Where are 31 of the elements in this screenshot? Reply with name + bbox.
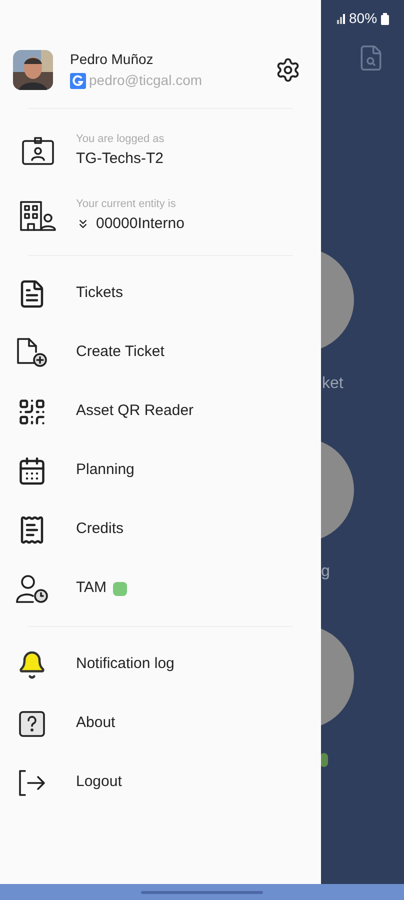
session-caption: Your current entity is bbox=[76, 197, 177, 212]
user-clock-icon bbox=[15, 574, 49, 604]
building-person-icon bbox=[19, 200, 57, 232]
menu-item[interactable]: Planning bbox=[0, 441, 321, 500]
session-value: TG-Techs-T2 bbox=[76, 148, 164, 168]
signal-icon bbox=[337, 14, 345, 24]
tile-label: g bbox=[321, 562, 330, 582]
battery-text: 80% bbox=[349, 9, 378, 28]
session-value[interactable]: 00000Interno bbox=[96, 212, 184, 235]
menu-item[interactable]: TAM bbox=[0, 559, 321, 618]
tile-label: ket bbox=[322, 374, 344, 394]
file-plus-icon bbox=[15, 336, 49, 368]
help-icon bbox=[18, 710, 46, 738]
menu-item[interactable]: Asset QR Reader bbox=[0, 382, 321, 441]
settings-icon[interactable] bbox=[275, 57, 301, 83]
user-email: pedro@ticgal.com bbox=[89, 71, 202, 90]
logout-icon bbox=[17, 768, 47, 796]
menu-item[interactable]: Logout bbox=[0, 753, 321, 812]
bell-icon bbox=[17, 650, 47, 680]
battery-icon bbox=[381, 12, 390, 24]
id-badge-icon bbox=[21, 136, 55, 166]
google-icon bbox=[70, 72, 86, 88]
menu-item[interactable]: Credits bbox=[0, 500, 321, 559]
menu-item[interactable]: Notification log bbox=[0, 635, 321, 694]
qr-code-icon bbox=[17, 396, 47, 426]
calendar-icon bbox=[17, 456, 47, 486]
user-name: Pedro Muñoz bbox=[70, 50, 154, 69]
session-caption: You are logged as bbox=[76, 132, 164, 147]
menu-item[interactable]: Create Ticket bbox=[0, 323, 321, 382]
menu-item[interactable]: Tickets bbox=[0, 264, 321, 323]
menu-item[interactable]: About bbox=[0, 694, 321, 753]
